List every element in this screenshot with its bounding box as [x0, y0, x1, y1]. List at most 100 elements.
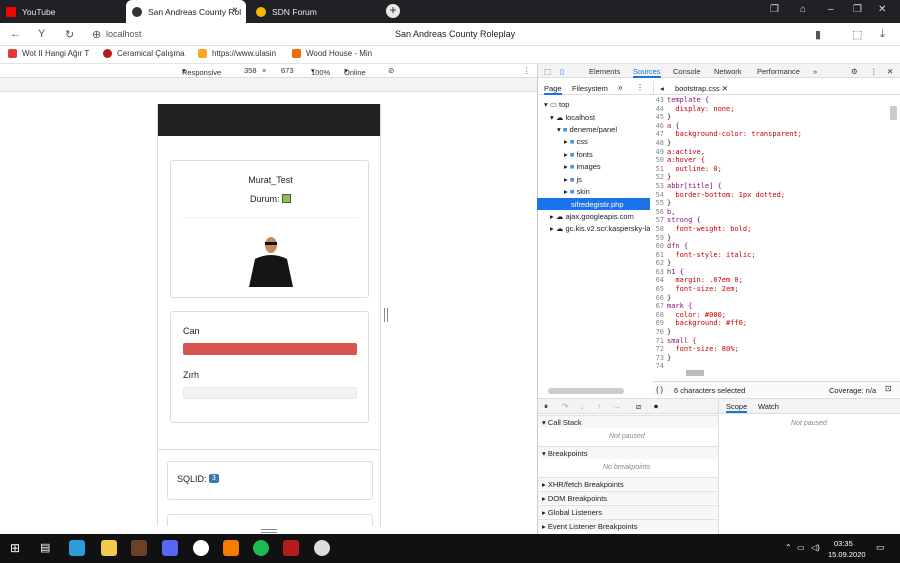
more-icon[interactable]: »: [618, 83, 622, 92]
reload-icon[interactable]: ↻: [65, 28, 74, 41]
tree-item-selected[interactable]: sifredegistir.php: [537, 198, 650, 210]
bookmark-item[interactable]: Ceramical Çalışma: [103, 49, 185, 58]
section-dom[interactable]: ▸ DOM Breakpoints: [538, 491, 718, 504]
device-mode-select[interactable]: Responsive ▾: [182, 66, 221, 77]
tab-active[interactable]: San Andreas County Rol ×: [126, 0, 246, 23]
step-icon[interactable]: →: [613, 402, 621, 411]
windows-start-icon[interactable]: ⊞: [10, 541, 20, 555]
more-icon[interactable]: ⋮: [636, 83, 644, 92]
tab-filesystem[interactable]: Filesystem: [572, 84, 608, 93]
tab-page[interactable]: Page: [544, 84, 562, 95]
coverage-icon[interactable]: ⊡: [885, 384, 892, 393]
tree-item[interactable]: ▾ ☁ localhost: [550, 113, 595, 122]
network-icon[interactable]: ▭: [797, 543, 805, 552]
zoom-select[interactable]: 100% ▾: [311, 66, 330, 77]
tree-item[interactable]: ▾ ■ deneme/panel: [557, 125, 617, 134]
task-view-icon[interactable]: ▤: [40, 541, 50, 554]
section-breakpoints[interactable]: ▾ Breakpoints: [538, 446, 718, 459]
volume-icon[interactable]: ◁): [811, 543, 820, 552]
bookmark-item[interactable]: Wot II Hangi Ağır T: [8, 49, 90, 58]
tree-item[interactable]: ▸ ■ js: [564, 175, 582, 184]
code-line: 56 b,: [652, 208, 888, 217]
bookmark-icon[interactable]: ▮: [815, 28, 821, 41]
more-icon[interactable]: ⋮: [523, 66, 531, 75]
section-global[interactable]: ▸ Global Listeners: [538, 505, 718, 518]
resize-handle[interactable]: [261, 529, 277, 533]
tab-console[interactable]: Console: [673, 67, 701, 76]
close-icon[interactable]: ×: [232, 5, 238, 16]
inspect-icon[interactable]: ⬚: [544, 67, 551, 76]
network-select[interactable]: Online ▾: [344, 66, 366, 77]
tree-item[interactable]: ▸ ■ images: [564, 162, 601, 171]
new-tab-button[interactable]: +: [386, 4, 400, 18]
code-text: background: #ff0;: [667, 319, 748, 328]
step-out-icon[interactable]: ↑: [597, 402, 601, 411]
vertical-scrollbar[interactable]: [890, 106, 897, 120]
pretty-print-icon[interactable]: { }: [656, 385, 663, 394]
sublime-icon[interactable]: [223, 540, 239, 556]
tab-youtube[interactable]: YouTube: [0, 0, 120, 23]
minimize-icon[interactable]: –: [828, 4, 834, 15]
rotate-icon[interactable]: ⊘: [388, 66, 394, 75]
tree-item[interactable]: ▸ ■ fonts: [564, 150, 593, 159]
tree-item[interactable]: ▾ ▭ top: [544, 100, 569, 109]
tree-item[interactable]: ▸ ☁ gc.kis.v2.scr.kaspersky-la: [550, 224, 650, 233]
section-xhr[interactable]: ▸ XHR/fetch Breakpoints: [538, 477, 718, 490]
bookmark-item[interactable]: Wood House - Min: [292, 49, 374, 58]
back-icon[interactable]: ←: [10, 28, 21, 40]
extensions-icon[interactable]: ⬚: [852, 28, 862, 41]
yandex-browser-icon[interactable]: [193, 540, 209, 556]
tab-elements[interactable]: Elements: [589, 67, 620, 76]
tray-chevron-icon[interactable]: ⌃: [785, 543, 792, 552]
bookmark-item[interactable]: https://www.ulasin: [198, 49, 280, 58]
device-toggle-icon[interactable]: ▯: [560, 67, 564, 76]
pause-exceptions-icon[interactable]: ⏺: [654, 402, 658, 412]
tree-item[interactable]: ▸ ☁ ajax.googleapis.com: [550, 212, 634, 221]
resize-handle[interactable]: [384, 308, 388, 322]
tab-sdn[interactable]: SDN Forum: [250, 0, 370, 23]
code-editor[interactable]: 43 template {44 display: none; 45} 46 a {47 …: [652, 96, 888, 372]
url-field[interactable]: localhost: [106, 29, 142, 39]
deactivate-breakpoints-icon[interactable]: ⧄: [636, 402, 641, 412]
spotify-icon[interactable]: [253, 540, 269, 556]
download-icon[interactable]: ⤓: [880, 28, 885, 41]
maximize-icon[interactable]: ❐: [853, 4, 862, 15]
tab-performance[interactable]: Performance: [757, 67, 800, 76]
device-height-input[interactable]: 673: [281, 66, 294, 75]
close-window-icon[interactable]: ✕: [878, 4, 886, 15]
discord-icon[interactable]: [162, 540, 178, 556]
more-tabs-icon[interactable]: »: [813, 67, 817, 76]
folder-icon[interactable]: [101, 540, 117, 556]
tabs-icon[interactable]: ❐: [770, 4, 779, 15]
section-call-stack[interactable]: ▾ Call Stack: [538, 415, 718, 428]
game-icon[interactable]: [131, 540, 147, 556]
gear-icon[interactable]: ⚙: [851, 67, 858, 76]
code-text: }: [667, 353, 672, 362]
tree-item[interactable]: ▸ ■ skin: [564, 187, 590, 196]
tab-watch[interactable]: Watch: [758, 402, 779, 411]
app-icon[interactable]: [314, 540, 330, 556]
tab-scope[interactable]: Scope: [726, 402, 748, 413]
step-into-icon[interactable]: ↓: [580, 402, 584, 411]
filezilla-icon[interactable]: [283, 540, 299, 556]
sidebar-toggle-icon[interactable]: ◂: [660, 84, 664, 93]
editor-file-tab[interactable]: bootstrap.css ✕: [675, 84, 728, 93]
notifications-icon[interactable]: ▭: [876, 542, 885, 553]
line-number: 60: [655, 242, 664, 251]
more-icon[interactable]: ⋮: [870, 67, 878, 76]
section-event-listeners[interactable]: ▸ Event Listener Breakpoints: [538, 519, 718, 532]
code-line: 68 color: #000;: [652, 311, 888, 320]
close-icon[interactable]: ✕: [887, 67, 893, 76]
tab-network[interactable]: Network: [714, 67, 742, 76]
yandex-icon[interactable]: Y: [38, 28, 45, 40]
horizontal-scrollbar[interactable]: [548, 388, 624, 394]
step-over-icon[interactable]: ↷: [562, 402, 569, 411]
tree-item[interactable]: ▸ ■ css: [564, 137, 588, 146]
line-number: 71: [655, 336, 664, 345]
tab-sources[interactable]: Sources: [633, 67, 661, 78]
horizontal-scrollbar[interactable]: [686, 370, 704, 376]
device-width-input[interactable]: 358: [244, 66, 257, 75]
cast-icon[interactable]: ⌂: [800, 4, 806, 15]
pause-icon[interactable]: ⏸: [544, 402, 548, 412]
app-icon[interactable]: [69, 540, 85, 556]
